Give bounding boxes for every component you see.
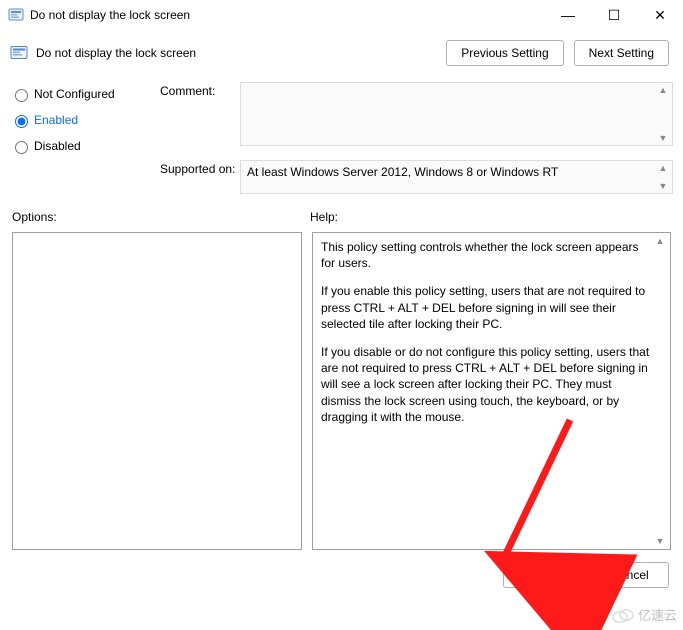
- supported-value: At least Windows Server 2012, Windows 8 …: [247, 165, 558, 179]
- radio-disabled[interactable]: Disabled: [10, 138, 160, 154]
- scroll-down-icon[interactable]: ▼: [656, 133, 670, 143]
- policy-header: Do not display the lock screen Previous …: [0, 30, 683, 70]
- scroll-up-icon[interactable]: ▲: [653, 235, 667, 247]
- window-title: Do not display the lock screen: [30, 8, 190, 22]
- next-setting-button[interactable]: Next Setting: [574, 40, 669, 66]
- window-controls: — ☐ ✕: [545, 0, 683, 30]
- radio-not-configured-input[interactable]: [15, 89, 28, 102]
- cancel-button[interactable]: Cancel: [591, 562, 669, 588]
- scroll-up-icon[interactable]: ▲: [656, 85, 670, 95]
- titlebar: Do not display the lock screen — ☐ ✕: [0, 0, 683, 30]
- scroll-down-icon[interactable]: ▼: [653, 535, 667, 547]
- radio-enabled[interactable]: Enabled: [10, 112, 160, 128]
- scroll-down-icon[interactable]: ▼: [656, 181, 670, 191]
- scroll-up-icon[interactable]: ▲: [656, 163, 670, 173]
- help-paragraph: If you disable or do not configure this …: [321, 344, 650, 425]
- form-fields: Comment: ▲ ▼ Supported on: At least Wind…: [160, 82, 673, 194]
- radio-disabled-label: Disabled: [34, 139, 81, 153]
- help-paragraph: This policy setting controls whether the…: [321, 239, 650, 271]
- panels: This policy setting controls whether the…: [0, 228, 683, 550]
- dialog-footer: OK Cancel: [0, 550, 683, 596]
- supported-row: Supported on: At least Windows Server 20…: [160, 160, 673, 194]
- setting-nav: Previous Setting Next Setting: [446, 40, 669, 66]
- previous-setting-button[interactable]: Previous Setting: [446, 40, 563, 66]
- setting-form: Not Configured Enabled Disabled Comment:…: [0, 70, 683, 198]
- help-panel[interactable]: This policy setting controls whether the…: [312, 232, 671, 550]
- help-paragraph: If you enable this policy setting, users…: [321, 283, 650, 332]
- policy-app-icon: [8, 7, 24, 23]
- radio-not-configured-label: Not Configured: [34, 87, 115, 101]
- policy-icon: [10, 44, 28, 62]
- comment-row: Comment: ▲ ▼: [160, 82, 673, 146]
- comment-label: Comment:: [160, 82, 240, 98]
- section-labels: Options: Help:: [0, 198, 683, 228]
- supported-label: Supported on:: [160, 160, 240, 176]
- supported-field: At least Windows Server 2012, Windows 8 …: [240, 160, 673, 194]
- policy-title: Do not display the lock screen: [36, 46, 196, 60]
- ok-button[interactable]: OK: [503, 562, 581, 588]
- help-heading: Help:: [310, 210, 338, 224]
- radio-enabled-label: Enabled: [34, 113, 78, 127]
- maximize-button[interactable]: ☐: [591, 0, 637, 30]
- radio-not-configured[interactable]: Not Configured: [10, 86, 160, 102]
- radio-enabled-input[interactable]: [15, 115, 28, 128]
- minimize-button[interactable]: —: [545, 0, 591, 30]
- state-radio-group: Not Configured Enabled Disabled: [10, 82, 160, 194]
- close-button[interactable]: ✕: [637, 0, 683, 30]
- watermark: 亿速云: [612, 605, 677, 624]
- watermark-text: 亿速云: [638, 605, 677, 624]
- comment-textarea[interactable]: ▲ ▼: [240, 82, 673, 146]
- options-panel[interactable]: [12, 232, 302, 550]
- radio-disabled-input[interactable]: [15, 141, 28, 154]
- options-heading: Options:: [12, 210, 310, 224]
